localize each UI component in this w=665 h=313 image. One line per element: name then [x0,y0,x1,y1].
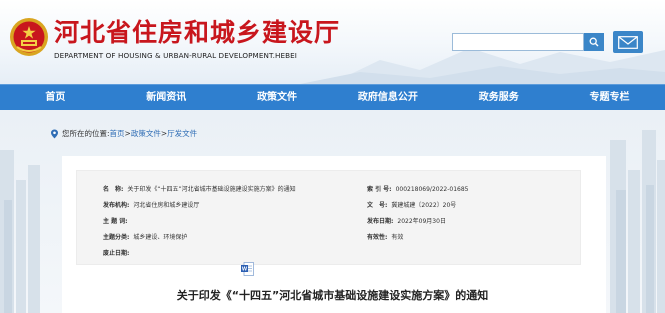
meta-validity-value: 有效 [391,234,404,241]
mail-button[interactable] [613,31,643,53]
meta-name-label: 名 称: [103,186,124,193]
word-document-icon[interactable]: W [241,262,254,276]
main-nav: 首页 新闻资讯 政策文件 政府信息公开 政务服务 专题专栏 [0,84,665,110]
nav-item-policy[interactable]: 政策文件 [222,85,333,111]
meta-category-row: 主题分类: 城乡建设、环境保护 [103,232,187,241]
breadcrumb: 您所在的位置: 首页 > 政策文件 > 厅发文件 [50,128,197,139]
national-emblem-icon [10,18,48,56]
document-title: 关于印发《“十四五”河北省城市基础设施建设实施方案》的通知 [176,289,489,302]
breadcrumb-home-link[interactable]: 首页 [110,128,125,139]
meta-publisher-value: 河北省住房和城乡建设厅 [133,202,200,209]
meta-deadline-label: 废止日期: [103,250,130,257]
nav-item-home[interactable]: 首页 [0,85,111,111]
meta-date-value: 2022年09月30日 [397,218,446,225]
nav-item-gov-info[interactable]: 政府信息公开 [332,85,443,111]
meta-index-label: 索 引 号: [367,186,392,193]
meta-date-label: 发布日期: [367,218,394,225]
meta-docno-value: 冀建城建〔2022〕20号 [391,202,457,209]
search-input[interactable] [452,33,584,51]
site-header: 河北省住房和城乡建设厅 DEPARTMENT OF HOUSING & URBA… [0,0,665,84]
meta-category-value: 城乡建设、环境保护 [133,234,188,241]
breadcrumb-policy-link[interactable]: 政策文件 [131,128,161,139]
meta-index-row: 索 引 号: 000218069/2022-01685 [367,184,468,193]
site-title[interactable]: 河北省住房和城乡建设厅 [54,19,340,47]
meta-index-value: 000218069/2022-01685 [395,186,469,193]
meta-deadline-row: 废止日期: [103,248,133,257]
breadcrumb-department-docs-link[interactable]: 厅发文件 [167,128,197,139]
meta-publisher-row: 发布机构: 河北省住房和城乡建设厅 [103,200,199,209]
nav-item-news[interactable]: 新闻资讯 [111,85,222,111]
meta-date-row: 发布日期: 2022年09月30日 [367,216,446,225]
nav-item-services[interactable]: 政务服务 [443,85,554,111]
meta-publisher-label: 发布机构: [103,202,130,209]
meta-docno-row: 文 号: 冀建城建〔2022〕20号 [367,200,456,209]
meta-name-value: 关于印发《“十四五”河北省城市基础设施建设实施方案》的通知 [127,186,296,193]
search-button[interactable] [584,33,604,51]
location-pin-icon [51,129,58,138]
meta-category-label: 主题分类: [103,234,130,241]
search-icon [589,37,599,47]
mail-icon [618,35,638,49]
meta-subject-label: 主 题 词: [103,218,128,225]
breadcrumb-prefix: 您所在的位置: [62,129,110,138]
meta-validity-row: 有效性: 有效 [367,232,403,241]
site-title-english: DEPARTMENT OF HOUSING & URBAN-RURAL DEVE… [54,51,298,60]
meta-validity-label: 有效性: [367,234,388,241]
meta-name-row: 名 称: 关于印发《“十四五”河北省城市基础设施建设实施方案》的通知 [103,184,296,193]
meta-subject-row: 主 题 词: [103,216,132,225]
nav-item-topics[interactable]: 专题专栏 [554,85,665,111]
svg-text:W: W [242,267,248,273]
meta-docno-label: 文 号: [367,202,388,209]
